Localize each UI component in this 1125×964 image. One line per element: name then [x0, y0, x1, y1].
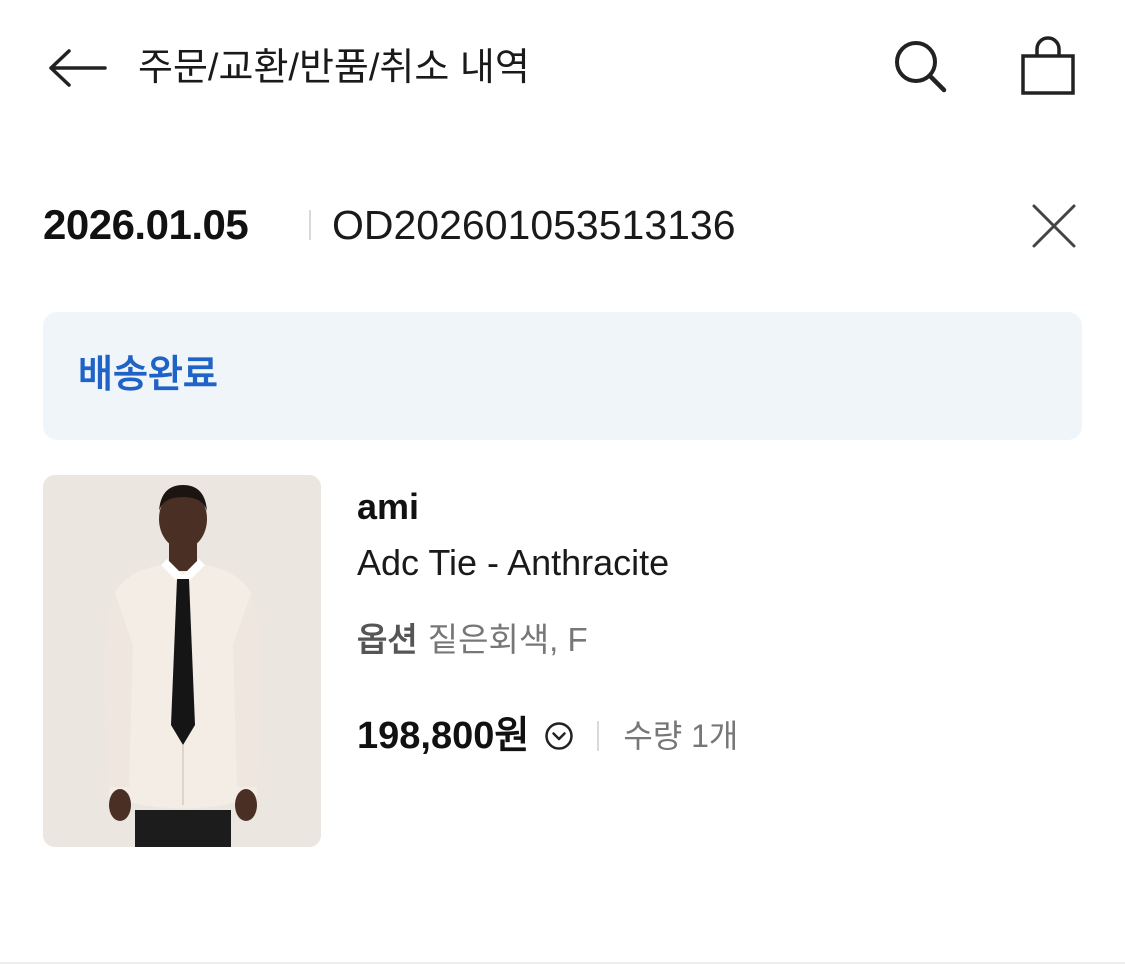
product-photo [43, 475, 321, 847]
arrow-left-icon [49, 49, 107, 87]
delivery-status-label: 배송완료 [78, 354, 218, 396]
product-name[interactable]: Adc Tie - Anthracite [357, 541, 669, 585]
order-item: ami Adc Tie - Anthracite 옵션 짙은회색, F 198,8… [43, 475, 1083, 847]
close-icon [1032, 204, 1076, 248]
product-brand[interactable]: ami [357, 485, 419, 529]
option-value: 짙은회색, F [427, 621, 588, 658]
search-button[interactable] [884, 30, 956, 102]
back-button[interactable] [40, 40, 112, 96]
price-row: 198,800원 수량 1개 [357, 711, 738, 761]
app-header: 주문/교환/반품/취소 내역 [0, 0, 1125, 140]
order-summary: 2026.01.05 OD202601053513136 [43, 190, 1083, 260]
price-divider [597, 721, 600, 751]
product-option: 옵션 짙은회색, F [357, 618, 588, 662]
page-title: 주문/교환/반품/취소 내역 [138, 47, 530, 89]
product-quantity: 수량 1개 [623, 718, 739, 754]
shopping-bag-button[interactable] [1010, 30, 1086, 102]
option-label: 옵션 [357, 621, 418, 658]
product-image[interactable] [43, 475, 321, 847]
delete-order-button[interactable] [1023, 195, 1085, 257]
shopping-bag-icon [1021, 36, 1075, 95]
price-detail-toggle[interactable] [543, 720, 575, 752]
search-icon [895, 41, 947, 93]
order-divider [309, 210, 311, 240]
product-price: 198,800원 [357, 715, 530, 757]
order-number: OD202601053513136 [332, 202, 736, 248]
chevron-down-circle-icon [545, 722, 574, 750]
order-date: 2026.01.05 [43, 201, 249, 248]
delivery-status-banner: 배송완료 [43, 312, 1082, 440]
